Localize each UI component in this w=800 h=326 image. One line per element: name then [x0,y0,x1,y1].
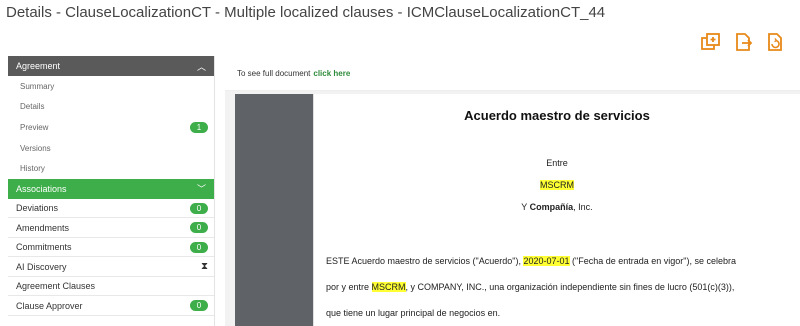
chevron-down-icon: ﹀ [196,184,206,195]
sidebar-item-label: Details [20,102,45,112]
agreement-header-label: Agreement [16,61,61,71]
chevron-up-icon: ︿ [196,61,206,72]
sidebar: Agreement ︿ Summary Details Preview 1 Ve… [8,56,215,326]
sidebar-item-details[interactable]: Details [8,97,214,118]
document-party1: MSCRM [314,180,800,190]
sidebar-item-versions[interactable]: Versions [8,138,214,159]
sidebar-item-summary[interactable]: Summary [8,76,214,97]
sidebar-item-ai-discovery[interactable]: AI Discovery ⧗ [8,257,214,277]
document-entre: Entre [546,158,568,168]
toolbar [700,32,786,52]
sidebar-item-history[interactable]: History [8,158,214,179]
count-badge: 0 [190,300,208,312]
sidebar-item-label: Versions [20,143,51,153]
document-gutter [235,94,313,326]
sidebar-item-preview[interactable]: Preview 1 [8,117,214,138]
document-page: Acuerdo maestro de servicios Entre MSCRM… [313,94,800,326]
sidebar-item-deviations[interactable]: Deviations 0 [8,199,214,219]
highlighted-date: 2020-07-01 [523,256,570,266]
sidebar-item-label: Preview [20,122,49,132]
document-paragraph-line: por y entre MSCRM, y COMPANY, INC., una … [326,282,735,292]
document-party2: Y Compañía, Inc. [521,202,593,212]
sidebar-item-clause-approver[interactable]: Clause Approver 0 [8,296,214,316]
full-document-bar: To see full document click here [225,56,800,91]
associations-header-label: Associations [16,183,67,194]
sidebar-item-label: History [20,164,45,174]
agreement-section-header[interactable]: Agreement ︿ [8,56,214,76]
document-paragraph-line: que tiene un lugar principal de negocios… [326,308,501,318]
sidebar-item-agreement-clauses[interactable]: Agreement Clauses [8,277,214,297]
sidebar-item-commitments[interactable]: Commitments 0 [8,238,214,258]
sidebar-item-label: Clause Approver [16,300,83,311]
document-export-icon[interactable] [732,32,754,52]
document-paragraph-line: ESTE Acuerdo maestro de servicios ("Acue… [326,256,737,266]
associations-section-header[interactable]: Associations ﹀ [8,178,214,199]
full-document-text: To see full document [237,68,311,78]
sidebar-item-label: Amendments [16,222,70,233]
count-badge: 0 [190,222,208,234]
full-document-link[interactable]: click here [313,69,350,78]
sidebar-item-amendments[interactable]: Amendments 0 [8,218,214,238]
document-refresh-icon[interactable] [764,32,786,52]
count-badge: 0 [190,241,208,253]
sidebar-item-label: AI Discovery [16,261,67,272]
hourglass-icon: ⧗ [200,261,208,273]
main-panel: To see full document click here Acuerdo … [225,56,800,326]
count-badge: 1 [190,121,208,133]
highlighted-party: MSCRM [540,180,574,190]
page-title: Details - ClauseLocalizationCT - Multipl… [6,4,606,21]
party2-name: Compañía [529,202,574,212]
document-viewer[interactable]: Acuerdo maestro de servicios Entre MSCRM… [235,94,800,326]
highlighted-party: MSCRM [371,282,406,292]
count-badge: 0 [190,202,208,214]
sidebar-item-label: Agreement Clauses [16,281,96,292]
copy-add-icon[interactable] [700,32,722,52]
sidebar-item-label: Deviations [16,203,59,214]
sidebar-item-label: Commitments [16,242,72,253]
sidebar-item-label: Summary [20,81,55,91]
document-title: Acuerdo maestro de servicios [464,108,650,123]
